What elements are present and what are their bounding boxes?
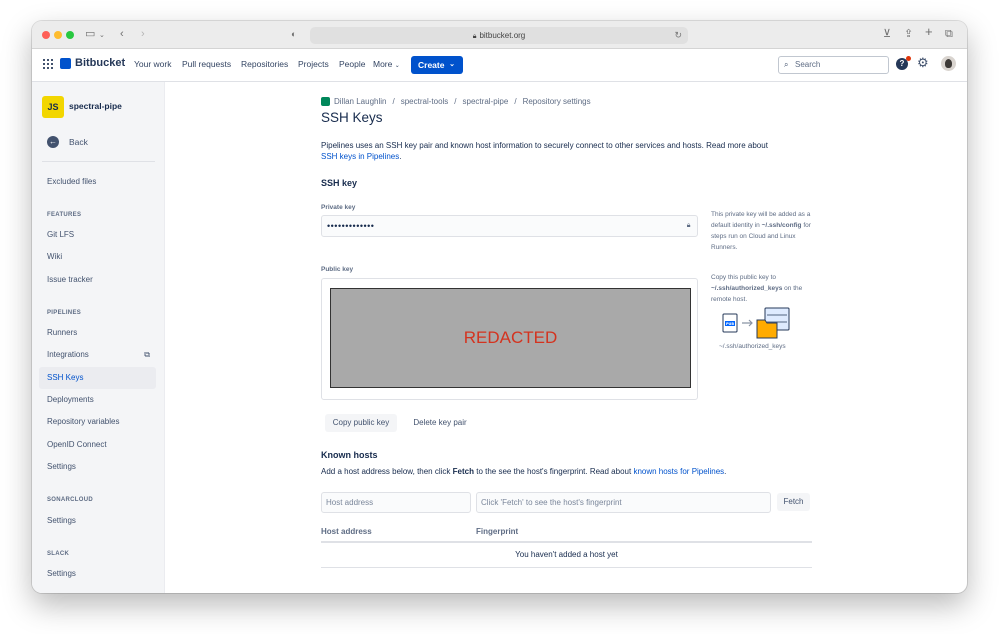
column-header-fingerprint: Fingerprint xyxy=(476,527,519,536)
host-address-input[interactable]: Host address xyxy=(321,492,471,513)
nav-more[interactable]: More ⌄ xyxy=(373,59,400,69)
search-placeholder: Search xyxy=(795,60,821,69)
divider xyxy=(42,161,155,162)
app-switcher-icon[interactable] xyxy=(43,59,53,69)
chevron-down-icon: ⌄ xyxy=(394,63,400,69)
browser-toolbar: ▭ ⌄ ‹ › ◐ 🔒︎ bitbucket.org ↻ ⊻ ⇪ + ⧉ xyxy=(32,21,967,49)
nav-your-work[interactable]: Your work xyxy=(134,59,171,69)
empty-state-message: You haven't added a host yet xyxy=(515,550,618,559)
private-key-field[interactable]: ••••••••••••• 🔒︎ xyxy=(321,215,698,237)
reload-icon[interactable]: ↻ xyxy=(674,27,682,44)
sidebar: JS spectral-pipe ← Back Excluded files F… xyxy=(32,82,165,593)
page-description: Pipelines uses an SSH key pair and known… xyxy=(321,141,768,161)
maximize-window-button[interactable] xyxy=(66,31,74,39)
delete-key-pair-button[interactable]: Delete key pair xyxy=(405,414,475,432)
top-navigation: Bitbucket Your work Pull requests Reposi… xyxy=(32,49,967,82)
sidebar-item-deployments[interactable]: Deployments xyxy=(39,389,156,411)
column-header-host-address: Host address xyxy=(321,527,372,536)
avatar[interactable] xyxy=(941,56,956,71)
known-hosts-description: Add a host address below, then click Fet… xyxy=(321,467,727,476)
back-link[interactable]: Back xyxy=(69,137,88,147)
chevron-down-icon: ⌄ xyxy=(449,61,455,68)
sidebar-item-runners[interactable]: Runners xyxy=(39,322,156,344)
sidebar-item-wiki[interactable]: Wiki xyxy=(39,246,156,268)
lock-icon: 🔒︎ xyxy=(472,33,477,40)
public-key-hint: Copy this public key to ~/.ssh/authorize… xyxy=(711,274,803,303)
lock-icon: 🔒︎ xyxy=(686,222,691,229)
table-bottom-divider xyxy=(321,567,812,568)
minimize-window-button[interactable] xyxy=(54,31,62,39)
back-arrow-icon[interactable]: ← xyxy=(47,136,59,148)
gear-icon[interactable]: ⚙ xyxy=(917,56,929,70)
breadcrumb-project[interactable]: spectral-tools xyxy=(401,97,449,106)
bitbucket-icon xyxy=(60,57,71,69)
private-key-hint: This private key will be added as a defa… xyxy=(711,211,811,251)
arrow-right-icon xyxy=(742,319,753,327)
breadcrumb: Dillan Laughlin / spectral-tools / spect… xyxy=(321,97,591,106)
sidebar-item-ssh-keys[interactable]: SSH Keys xyxy=(39,367,156,389)
sidebar-item-pipelines-settings[interactable]: Settings xyxy=(39,456,156,478)
sidebar-toggle-icon[interactable]: ▭ xyxy=(85,27,95,41)
breadcrumb-workspace[interactable]: Dillan Laughlin xyxy=(334,97,386,106)
section-heading-sonarcloud: SONARCLOUD xyxy=(47,497,93,503)
fingerprint-field[interactable]: Click 'Fetch' to see the host's fingerpr… xyxy=(476,492,771,513)
sidebar-item-repository-variables[interactable]: Repository variables xyxy=(39,411,156,433)
sidebar-item-git-lfs[interactable]: Git LFS xyxy=(39,224,156,246)
search-icon: ⌕ xyxy=(784,60,789,69)
sidebar-item-integrations[interactable]: Integrations ⧉ xyxy=(39,344,156,366)
sidebar-item-excluded-files[interactable]: Excluded files xyxy=(39,171,156,193)
ssh-keys-docs-link[interactable]: SSH keys in Pipelines xyxy=(321,152,399,161)
breadcrumb-repository[interactable]: spectral-pipe xyxy=(463,97,509,106)
bitbucket-logo[interactable]: Bitbucket xyxy=(60,57,125,69)
repo-name[interactable]: spectral-pipe xyxy=(69,101,122,111)
public-key-label: Public key xyxy=(321,266,354,273)
private-key-value: ••••••••••••• xyxy=(327,221,375,231)
page-title: SSH Keys xyxy=(321,110,383,125)
brand-name: Bitbucket xyxy=(75,57,126,69)
ssh-key-heading: SSH key xyxy=(321,178,358,188)
search-input[interactable]: ⌕ Search xyxy=(778,56,889,74)
back-arrow-icon[interactable]: ‹ xyxy=(120,27,124,41)
section-heading-features: FEATURES xyxy=(47,212,82,218)
redacted-public-key: REDACTED xyxy=(330,288,691,388)
download-icon[interactable]: ⊻ xyxy=(883,27,891,41)
address-bar[interactable]: 🔒︎ bitbucket.org ↻ xyxy=(310,27,688,44)
breadcrumb-settings[interactable]: Repository settings xyxy=(523,97,591,106)
workspace-avatar xyxy=(321,97,330,106)
illustration-caption: ~/.ssh/authorized_keys xyxy=(719,343,786,350)
key-file-label: PUB xyxy=(726,322,734,326)
sidebar-item-openid-connect[interactable]: OpenID Connect xyxy=(39,434,156,456)
create-button[interactable]: Create ⌄ xyxy=(411,56,463,74)
sidebar-item-issue-tracker[interactable]: Issue tracker xyxy=(39,269,156,291)
section-heading-pipelines: PIPELINES xyxy=(47,310,82,316)
browser-window: ▭ ⌄ ‹ › ◐ 🔒︎ bitbucket.org ↻ ⊻ ⇪ + ⧉ Bitb… xyxy=(32,21,967,593)
close-window-button[interactable] xyxy=(42,31,50,39)
external-link-icon: ⧉ xyxy=(144,350,150,359)
known-hosts-docs-link[interactable]: known hosts for Pipelines xyxy=(633,467,724,476)
nav-repositories[interactable]: Repositories xyxy=(241,59,288,69)
section-heading-slack: SLACK xyxy=(47,551,70,557)
private-key-label: Private key xyxy=(321,204,356,211)
tabs-overview-icon[interactable]: ⧉ xyxy=(945,27,953,41)
copy-public-key-button[interactable]: Copy public key xyxy=(325,414,397,432)
fetch-button[interactable]: Fetch xyxy=(777,493,810,511)
forward-arrow-icon[interactable]: › xyxy=(141,27,145,41)
nav-projects[interactable]: Projects xyxy=(298,59,329,69)
shield-icon[interactable]: ◐ xyxy=(291,27,296,41)
notification-dot xyxy=(906,56,911,61)
url-text: bitbucket.org xyxy=(479,31,526,40)
share-icon[interactable]: ⇪ xyxy=(904,27,913,41)
nav-pull-requests[interactable]: Pull requests xyxy=(182,59,231,69)
new-tab-icon[interactable]: + xyxy=(925,25,933,39)
known-hosts-heading: Known hosts xyxy=(321,450,378,460)
public-key-field[interactable]: REDACTED xyxy=(321,278,698,400)
folder-icon xyxy=(756,319,778,339)
nav-people[interactable]: People xyxy=(339,59,365,69)
repo-avatar[interactable]: JS xyxy=(42,96,64,118)
sidebar-item-slack-settings[interactable]: Settings xyxy=(39,563,156,585)
table-header-divider xyxy=(321,541,812,543)
sidebar-item-sonarcloud-settings[interactable]: Settings xyxy=(39,510,156,532)
authorized-keys-illustration: PUB xyxy=(722,307,790,339)
chevron-down-icon[interactable]: ⌄ xyxy=(99,29,105,43)
